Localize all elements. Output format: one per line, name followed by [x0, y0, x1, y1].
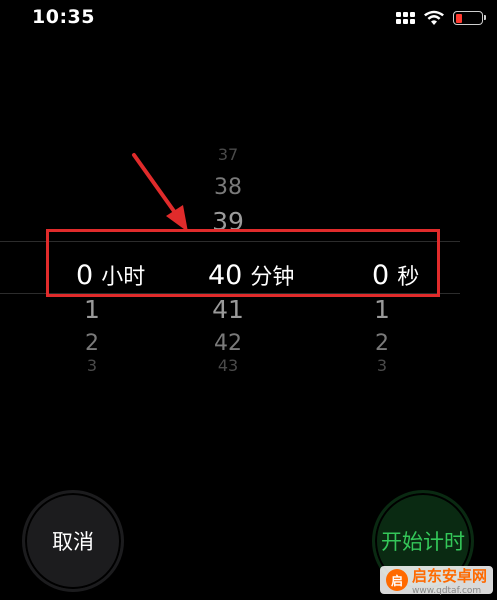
minutes-wheel-item[interactable]: 43 — [198, 357, 258, 375]
battery-low-icon — [453, 11, 486, 25]
minutes-wheel-item[interactable]: 37 — [198, 145, 258, 165]
status-bar: 10:35 — [0, 0, 497, 36]
watermark-text: 启东安卓网 — [411, 566, 487, 585]
hours-wheel-item[interactable]: 1 — [62, 295, 122, 325]
hours-wheel-item[interactable]: 3 — [62, 357, 122, 375]
watermark-logo-icon: 启 — [385, 569, 408, 591]
seconds-wheel-item[interactable]: 2 — [352, 329, 412, 359]
wifi-icon — [424, 10, 444, 25]
minutes-wheel-item[interactable]: 42 — [198, 329, 258, 359]
status-time: 10:35 — [32, 6, 95, 28]
status-icons — [396, 8, 486, 28]
cancel-button-label: 取消 — [52, 530, 94, 554]
minutes-wheel-item[interactable]: 38 — [198, 173, 258, 203]
minutes-wheel-item[interactable]: 41 — [198, 295, 258, 325]
seconds-wheel-item[interactable]: 3 — [352, 357, 412, 375]
cancel-button[interactable]: 取消 — [22, 490, 124, 592]
site-watermark: 启 启东安卓网 www.qdtaf.com — [379, 566, 493, 596]
watermark-url: www.qdtaf.com — [411, 585, 482, 596]
seconds-wheel-item[interactable]: 1 — [352, 295, 412, 325]
annotation-highlight-box — [46, 229, 440, 297]
battery-level — [455, 13, 462, 23]
cellular-grid-icon — [396, 12, 415, 24]
hours-wheel-item[interactable]: 2 — [62, 329, 122, 359]
start-timer-button-label: 开始计时 — [381, 530, 465, 554]
